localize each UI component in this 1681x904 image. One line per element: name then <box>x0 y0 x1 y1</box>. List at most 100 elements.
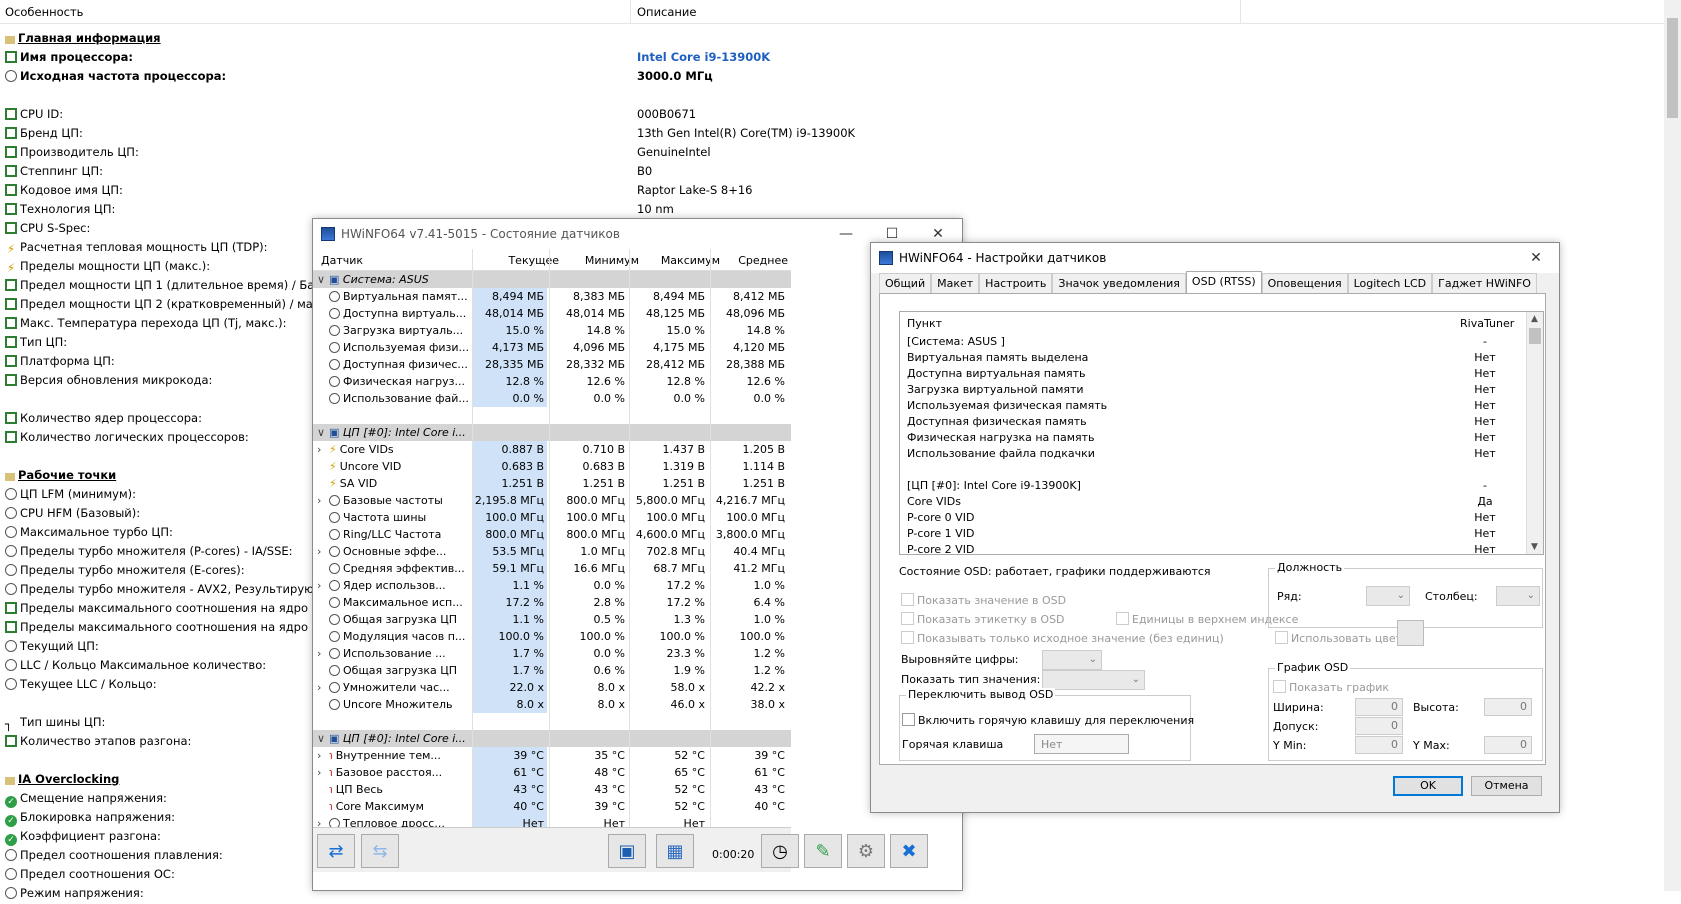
sensor-row[interactable]: Физическая нагруз... 12.8 % 12.6 % 12.8 % 12… <box>313 373 791 390</box>
property-row[interactable]: Технология ЦП: <box>5 202 115 220</box>
tab-alerts[interactable]: Оповещения <box>1261 273 1348 293</box>
superscript-units-checkbox[interactable] <box>1116 612 1129 625</box>
property-row[interactable]: Количество этапов разгона: <box>5 734 191 752</box>
property-row[interactable]: ⚡ Расчетная тепловая мощность ЦП (TDP): <box>5 240 268 258</box>
col-item[interactable]: Пункт <box>907 317 942 330</box>
add-log-icon[interactable]: ✎ <box>804 834 842 868</box>
property-row[interactable]: Количество ядер процессора: <box>5 411 202 429</box>
monitor-report-icon[interactable]: ▣ <box>608 834 646 868</box>
expand-arrows-icon[interactable]: ⇆ <box>361 834 399 868</box>
property-row[interactable]: ┐ Тип шины ЦП: <box>5 715 105 733</box>
col-min[interactable]: Минимум <box>579 254 639 267</box>
close-x-icon[interactable]: ✖ <box>890 834 928 868</box>
color-picker-button[interactable] <box>1397 620 1424 646</box>
property-row[interactable]: Тип ЦП: <box>5 335 67 353</box>
osd-list-item[interactable] <box>900 462 1543 478</box>
expand-chevron-icon[interactable]: › <box>317 817 329 827</box>
settings-close-button[interactable]: ✕ <box>1513 243 1559 273</box>
property-row[interactable]: Пределы турбо множителя (E-cores): <box>5 563 245 581</box>
osd-list-item[interactable]: Физическая нагрузка на память Нет <box>900 430 1543 446</box>
sensor-row[interactable]: Частота шины 100.0 МГц 100.0 МГц 100.0 МГц 1… <box>313 509 791 526</box>
sensor-group-row[interactable]: ∨ ▣ Система: ASUS <box>313 271 791 288</box>
sensor-row[interactable]: Доступна виртуаль... 48,014 МБ 48,014 МБ 48… <box>313 305 791 322</box>
property-row[interactable]: Пределы турбо множителя (P-cores) - IA/S… <box>5 544 293 562</box>
property-row[interactable]: Исходная частота процессора: <box>5 69 226 87</box>
settings-window[interactable]: HWiNFO64 - Настройки датчиков ✕ Общий Ма… <box>870 242 1560 813</box>
sensor-row[interactable]: Модуляция часов п... 100.0 % 100.0 % 100.0 … <box>313 628 791 645</box>
sensor-row[interactable]: Uncore Множитель 8.0 x 8.0 x 46.0 x 38.0 x <box>313 696 791 713</box>
property-row[interactable]: ⚡ Пределы мощности ЦП (макс.): <box>5 259 210 277</box>
expand-chevron-icon[interactable]: › <box>317 749 329 762</box>
sensor-row[interactable]: Виртуальная памят... 8,494 МБ 8,383 МБ 8,49… <box>313 288 791 305</box>
property-row[interactable]: ✓ Смещение напряжения: <box>5 791 167 809</box>
sensor-row[interactable]: › Использование ... 1.7 % 0.0 % 23.3 % 1.2 % <box>313 645 791 662</box>
graph-width-input[interactable]: 0 <box>1355 698 1403 716</box>
network-icon[interactable]: ▦ <box>656 834 694 868</box>
sensor-row[interactable]: › Основные эффе... 53.5 МГц 1.0 МГц 702.8 МГ… <box>313 543 791 560</box>
sensor-row[interactable]: › Тепловое дросс... Нет Нет Нет <box>313 815 791 827</box>
tab-layout[interactable]: Макет <box>931 273 980 293</box>
sensor-row[interactable]: ℩ ЦП Весь 43 °C 43 °C 52 °C 43 °C <box>313 781 791 798</box>
sensor-row[interactable]: › ℩ Базовое расстоя... 61 °C 48 °C 65 °C 61 °C <box>313 764 791 781</box>
expand-chevron-icon[interactable]: › <box>317 494 329 507</box>
col-avg[interactable]: Среднее <box>733 254 788 267</box>
property-row[interactable]: Предел соотношения плавления: <box>5 848 223 866</box>
sensor-group-row[interactable]: ∨ ▣ ЦП [#0]: Intel Core i... <box>313 424 791 441</box>
row-dropdown[interactable]: ⌄ <box>1366 586 1410 606</box>
minimize-button[interactable]: — <box>823 219 869 249</box>
sensor-row[interactable]: › ⚡ Core VIDs 0.887 В 0.710 В 1.437 В 1.205 В <box>313 441 791 458</box>
sensor-row[interactable]: Средняя эффектив... 59.1 МГц 16.6 МГц 68.7 … <box>313 560 791 577</box>
tab-general[interactable]: Общий <box>879 273 932 293</box>
property-row[interactable]: Кодовое имя ЦП: <box>5 183 123 201</box>
osd-list-item[interactable]: Core VIDs Да <box>900 494 1543 510</box>
property-row[interactable]: Предел соотношения ОС: <box>5 867 175 885</box>
property-row[interactable]: Предел мощности ЦП 2 (кратковременный) /… <box>5 297 326 315</box>
sensor-row[interactable]: ℩ Core Максимум 40 °C 39 °C 52 °C 40 °C <box>313 798 791 815</box>
tab-osd-rtss[interactable]: OSD (RTSS) <box>1185 271 1262 293</box>
property-row[interactable]: Предел мощности ЦП 1 (длительное время) … <box>5 278 327 296</box>
column-description[interactable]: Описание <box>637 5 696 19</box>
expand-chevron-icon[interactable]: › <box>317 579 329 592</box>
osd-list-item[interactable]: Доступна виртуальная память Нет <box>900 366 1543 382</box>
sensor-row[interactable]: Используемая физи... 4,173 МБ 4,096 МБ 4,17… <box>313 339 791 356</box>
cancel-button[interactable]: Отмена <box>1471 776 1542 796</box>
show-graph-checkbox[interactable] <box>1273 680 1286 693</box>
page-scrollbar[interactable] <box>1664 0 1681 891</box>
align-digits-dropdown[interactable]: ⌄ <box>1042 650 1102 670</box>
osd-list-item[interactable]: [Система: ASUS ] - <box>900 334 1543 350</box>
graph-tolerance-input[interactable]: 0 <box>1355 717 1403 735</box>
sensor-row[interactable]: ⚡ Uncore VID 0.683 В 0.683 В 1.319 В 1.114 В <box>313 458 791 475</box>
osd-list-item[interactable]: P-core 1 VID Нет <box>900 526 1543 542</box>
hotkey-enable-checkbox[interactable] <box>902 713 915 726</box>
property-row[interactable]: Платформа ЦП: <box>5 354 115 372</box>
osd-list-item[interactable]: P-core 2 VID Нет <box>900 542 1543 554</box>
property-row[interactable]: Количество логических процессоров: <box>5 430 249 448</box>
hotkey-input[interactable]: Нет <box>1034 734 1129 754</box>
expand-chevron-icon[interactable]: › <box>317 766 329 779</box>
show-value-checkbox[interactable] <box>901 593 914 606</box>
property-row[interactable]: Текущий ЦП: <box>5 639 99 657</box>
sensor-row[interactable]: › Умножители час... 22.0 x 8.0 x 58.0 x 42.2 … <box>313 679 791 696</box>
property-row[interactable]: Рабочие точки <box>5 468 116 486</box>
sensor-row[interactable]: Общая загрузка ЦП 1.7 % 0.6 % 1.9 % 1.2 % <box>313 662 791 679</box>
tab-gadget[interactable]: Гаджет HWiNFO <box>1432 273 1537 293</box>
settings-gear-icon[interactable]: ⚙ <box>847 834 885 868</box>
sensor-row[interactable]: Загрузка виртуаль... 15.0 % 14.8 % 15.0 % 14… <box>313 322 791 339</box>
property-row[interactable]: Имя процессора: <box>5 50 133 68</box>
clock-icon[interactable]: ◷ <box>761 834 799 868</box>
property-row[interactable]: Главная информация <box>5 31 161 49</box>
sensor-group-row[interactable]: ∨ ▣ ЦП [#0]: Intel Core i... <box>313 730 791 747</box>
osd-list-item[interactable]: Доступная физическая память Нет <box>900 414 1543 430</box>
property-row[interactable]: Пределы максимального соотношения на ядр… <box>5 620 330 638</box>
expand-chevron-icon[interactable]: › <box>317 545 329 558</box>
property-row[interactable]: Макс. Температура перехода ЦП (Tj, макс.… <box>5 316 287 334</box>
column-dropdown[interactable]: ⌄ <box>1496 586 1540 606</box>
property-row[interactable]: Бренд ЦП: <box>5 126 83 144</box>
osd-items-list[interactable]: Пункт RivaTuner [Система: ASUS ] - Виртуал… <box>899 311 1544 555</box>
osd-list-item[interactable]: Используемая физическая память Нет <box>900 398 1543 414</box>
osd-list-item[interactable]: Использование файла подкачки Нет <box>900 446 1543 462</box>
property-row[interactable]: Степпинг ЦП: <box>5 164 103 182</box>
col-rivatuner[interactable]: RivaTuner <box>1460 317 1514 330</box>
tab-logitech-lcd[interactable]: Logitech LCD <box>1347 273 1433 293</box>
sensor-row[interactable]: › Ядер использов... 1.1 % 0.0 % 17.2 % 1.0 % <box>313 577 791 594</box>
